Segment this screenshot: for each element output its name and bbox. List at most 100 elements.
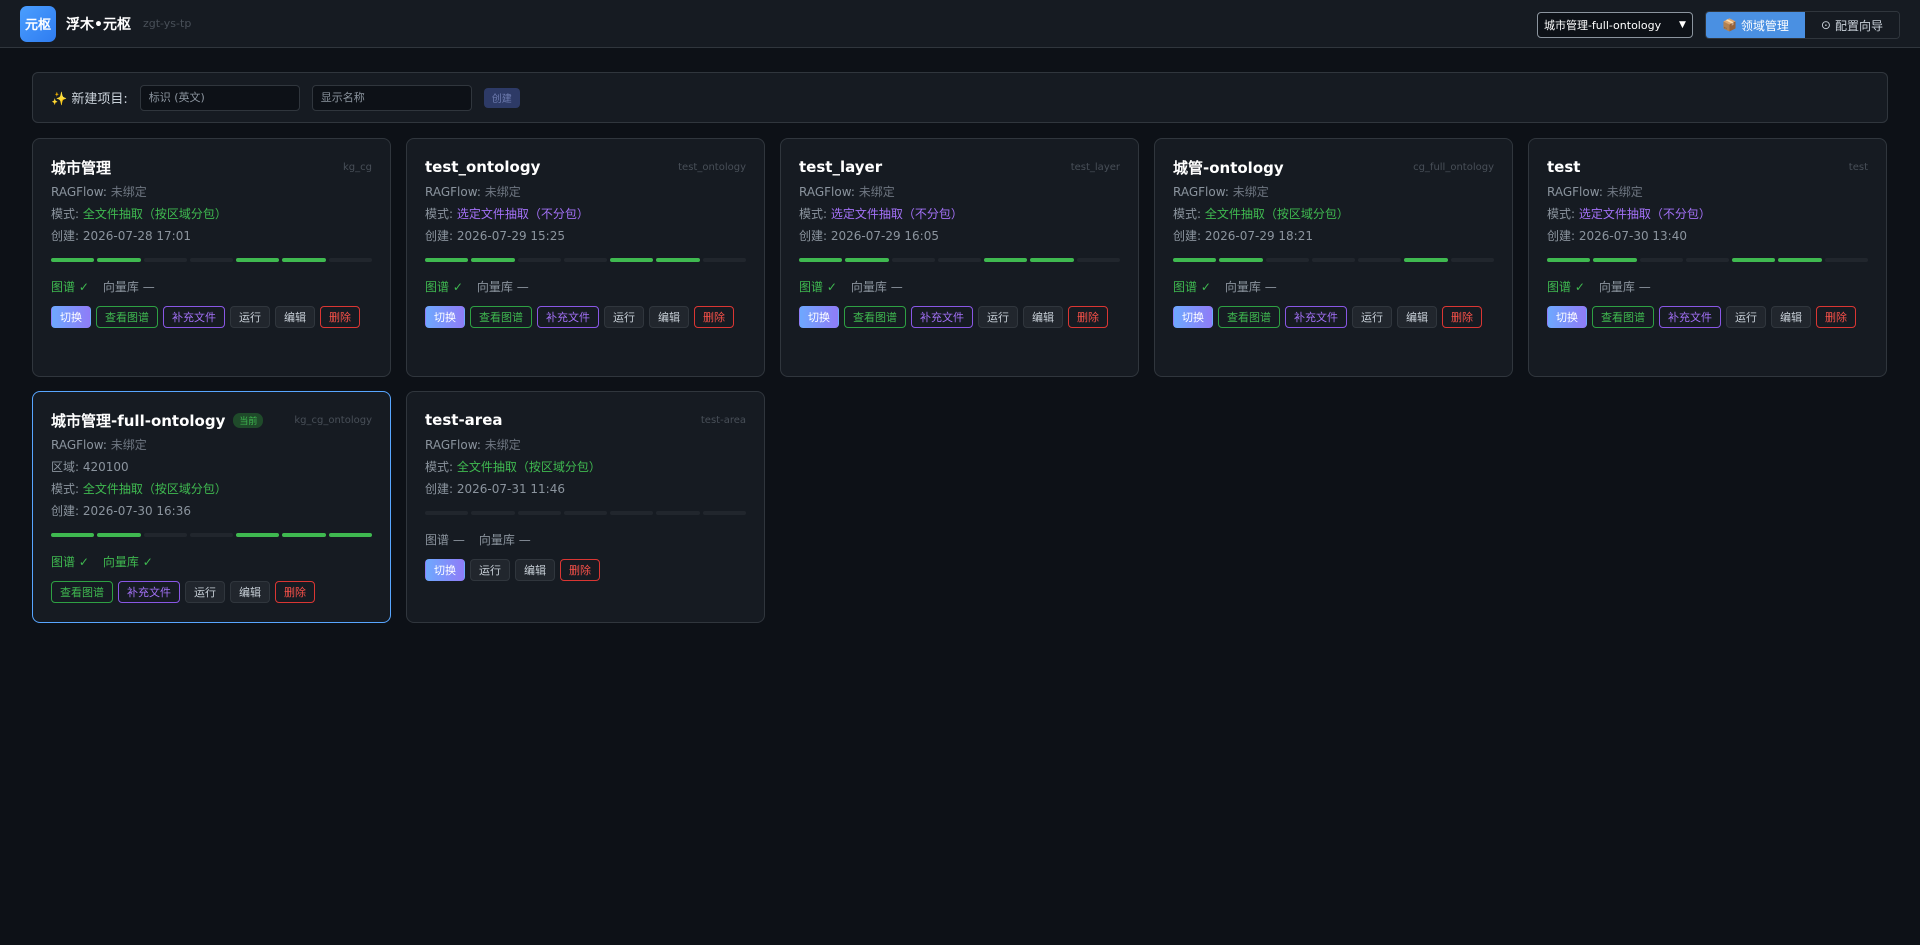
created-value: 2026-07-30 13:40 (1578, 229, 1687, 243)
view-graph-button[interactable]: 查看图谱 (1592, 306, 1654, 328)
mode-value: 全文件抽取（按区域分包） (456, 460, 601, 474)
progress-step (425, 511, 469, 515)
view-graph-button[interactable]: 查看图谱 (470, 306, 532, 328)
status-row: 图谱 ✓ 向量库 — (1173, 278, 1494, 294)
supplement-files-button[interactable]: 补充文件 (911, 306, 973, 328)
supplement-files-button[interactable]: 补充文件 (1659, 306, 1721, 328)
graph-status: 图谱 ✓ (51, 280, 89, 294)
pipeline-progress (1547, 258, 1868, 262)
progress-step (799, 258, 843, 262)
project-card[interactable]: test_ontology test_ontology RAGFlow: 未绑定 模式… (406, 138, 765, 377)
card-title: test_ontology (425, 158, 541, 176)
progress-step (1311, 258, 1356, 262)
card-actions: 查看图谱 补充文件 运行 编辑 删除 (51, 581, 371, 603)
nav-domain-management[interactable]: 📦 领域管理 (1705, 12, 1805, 38)
run-button[interactable]: 运行 (1352, 306, 1392, 328)
pipeline-progress (51, 533, 372, 537)
supplement-files-button[interactable]: 补充文件 (1285, 306, 1347, 328)
project-card[interactable]: 城管-ontology cg_full_ontology RAGFlow: 未绑定模… (1154, 138, 1513, 377)
edit-button[interactable]: 编辑 (230, 581, 270, 603)
switch-button[interactable]: 切换 (799, 306, 839, 328)
run-button[interactable]: 运行 (604, 306, 644, 328)
progress-step (1404, 258, 1448, 262)
edit-button[interactable]: 编辑 (649, 306, 689, 328)
card-key: kg_cg (343, 161, 372, 173)
pipeline-progress (799, 258, 1120, 262)
pipeline-progress (51, 258, 372, 262)
nav-segment: 📦 领域管理 ⊙ 配置向导 (1704, 11, 1900, 39)
current-badge: 当前 (233, 412, 264, 428)
nav-label: 配置向导 (1834, 18, 1883, 33)
view-graph-button[interactable]: 查看图谱 (1218, 306, 1280, 328)
progress-step (1450, 258, 1494, 262)
edit-button[interactable]: 编辑 (515, 559, 555, 581)
card-actions: 切换 查看图谱 补充文件 运行 编辑 删除 (799, 306, 1119, 328)
project-card[interactable]: 城市管理 kg_cg RAGFlow: 未绑定 模式: 全文件抽取（按区域分包） 创建:… (32, 138, 391, 377)
switch-button[interactable]: 切换 (425, 559, 465, 581)
graph-status: 图谱 ✓ (799, 280, 837, 294)
project-select[interactable]: 城市管理-full-ontology ▼ (1536, 12, 1693, 38)
supplement-files-button[interactable]: 补充文件 (537, 306, 599, 328)
progress-step (143, 258, 187, 262)
delete-button[interactable]: 删除 (560, 559, 600, 581)
run-button[interactable]: 运行 (1726, 306, 1766, 328)
supplement-files-button[interactable]: 补充文件 (163, 306, 225, 328)
delete-button[interactable]: 删除 (320, 306, 360, 328)
card-key: test_layer (1070, 161, 1120, 173)
progress-step (97, 258, 141, 262)
delete-button[interactable]: 删除 (1068, 306, 1108, 328)
create-button[interactable]: 创建 (483, 87, 520, 108)
mode-label: 模式: (1547, 207, 1579, 221)
run-button[interactable]: 运行 (185, 581, 225, 603)
card-key: test-area (700, 414, 746, 426)
ragflow-label: RAGFlow: (1173, 185, 1233, 199)
delete-button[interactable]: 删除 (275, 581, 315, 603)
view-graph-button[interactable]: 查看图谱 (51, 581, 113, 603)
run-button[interactable]: 运行 (470, 559, 510, 581)
progress-step (517, 511, 561, 515)
progress-step (51, 533, 95, 537)
new-project-label: ✨ 新建项目: (51, 92, 128, 107)
view-graph-button[interactable]: 查看图谱 (96, 306, 158, 328)
switch-button[interactable]: 切换 (425, 306, 465, 328)
project-id-input[interactable] (139, 84, 300, 111)
delete-button[interactable]: 删除 (694, 306, 734, 328)
edit-button[interactable]: 编辑 (1771, 306, 1811, 328)
switch-button[interactable]: 切换 (51, 306, 91, 328)
edit-button[interactable]: 编辑 (1397, 306, 1437, 328)
created-value: 2026-07-29 16:05 (830, 229, 939, 243)
project-card[interactable]: test-area test-area RAGFlow: 未绑定 模式: 全文件抽取（… (406, 391, 765, 623)
switch-button[interactable]: 切换 (1547, 306, 1587, 328)
delete-button[interactable]: 删除 (1442, 306, 1482, 328)
switch-button[interactable]: 切换 (1173, 306, 1213, 328)
edit-button[interactable]: 编辑 (275, 306, 315, 328)
project-card[interactable]: test_layer test_layer RAGFlow: 未绑定 模式: 选定文件… (780, 138, 1139, 377)
progress-step (282, 258, 326, 262)
created-value: 2026-07-30 16:36 (82, 504, 191, 518)
edit-button[interactable]: 编辑 (1023, 306, 1063, 328)
progress-step (1824, 258, 1868, 262)
mode-label: 模式: (425, 460, 457, 474)
status-row: 图谱 — 向量库 — (425, 531, 746, 547)
project-card[interactable]: 城市管理-full-ontology 当前 kg_cg_ontology RAGFlo… (32, 391, 391, 623)
ragflow-line: RAGFlow: 未绑定 (1173, 183, 1494, 199)
mode-value: 选定文件抽取（不分包） (1578, 207, 1711, 221)
progress-step (845, 258, 889, 262)
nav-config-wizard[interactable]: ⊙ 配置向导 (1804, 12, 1899, 38)
supplement-files-button[interactable]: 补充文件 (118, 581, 180, 603)
progress-step (189, 533, 234, 537)
app-logo[interactable]: 元枢 (20, 5, 56, 42)
mode-line: 模式: 选定文件抽取（不分包） (425, 205, 746, 221)
progress-step (702, 511, 746, 515)
card-title: test_layer (799, 158, 883, 176)
ragflow-label: RAGFlow: (425, 438, 485, 452)
run-button[interactable]: 运行 (978, 306, 1018, 328)
created-label: 创建: (425, 229, 457, 243)
created-line: 创建: 2026-07-29 16:05 (799, 227, 1120, 243)
vector-status: 向量库 — (1598, 280, 1651, 294)
view-graph-button[interactable]: 查看图谱 (844, 306, 906, 328)
delete-button[interactable]: 删除 (1816, 306, 1856, 328)
project-card[interactable]: test test RAGFlow: 未绑定 模式: 选定文件抽取（不分包） 创建: 2… (1528, 138, 1887, 377)
run-button[interactable]: 运行 (230, 306, 270, 328)
project-name-input[interactable] (311, 84, 472, 111)
